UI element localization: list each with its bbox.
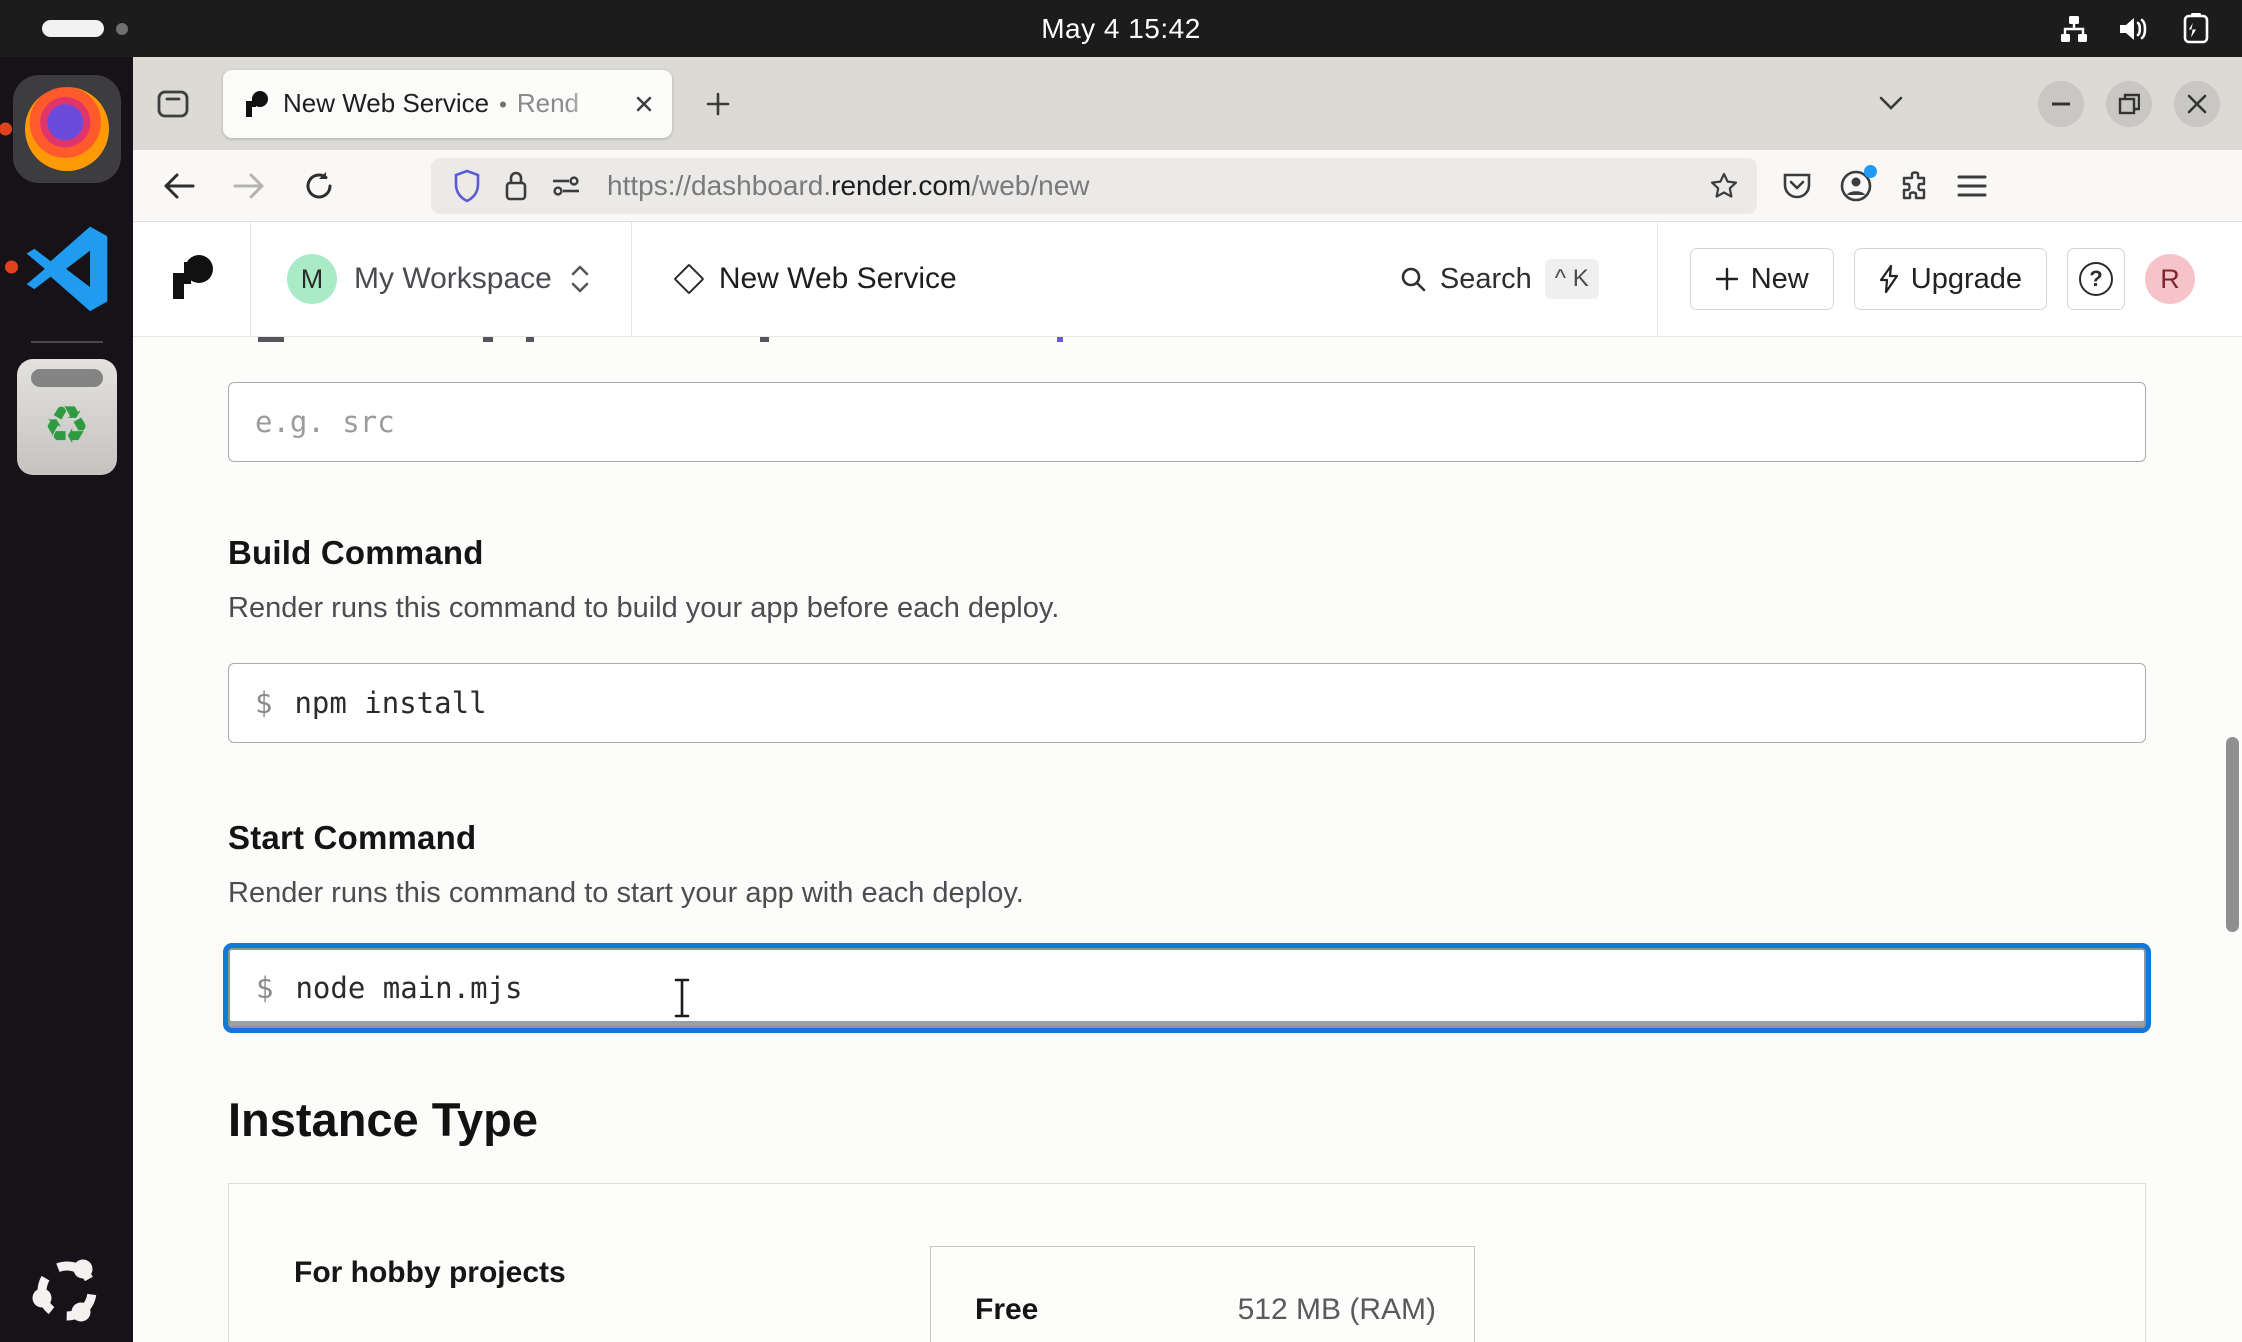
network-icon	[2058, 13, 2090, 45]
desktop: May 4 15:42	[0, 0, 2242, 1342]
vscode-icon	[19, 219, 115, 315]
clipped-text-remnant	[258, 337, 284, 342]
workspace-avatar: M	[287, 254, 337, 304]
ubuntu-logo-icon	[26, 1250, 108, 1332]
question-mark-icon: ?	[2079, 262, 2113, 296]
build-command-text-field[interactable]	[294, 686, 2119, 720]
page-scrollbar[interactable]	[2226, 737, 2239, 932]
dock-item-firefox[interactable]	[13, 75, 121, 183]
tab-close-icon[interactable]	[632, 92, 656, 116]
search-shortcut-badge: ^ K	[1545, 259, 1599, 299]
start-command-description: Render runs this command to start your a…	[228, 877, 2146, 910]
menu-hamburger-icon[interactable]	[1957, 174, 1987, 198]
forward-button[interactable]	[225, 162, 273, 210]
render-app-header: M My Workspace New Web Service Search ^ …	[133, 222, 2242, 337]
unfold-chevrons-icon	[569, 262, 591, 296]
hobby-projects-label: For hobby projects	[294, 1256, 566, 1290]
start-command-heading: Start Command	[228, 819, 2146, 857]
show-apps-button[interactable]	[0, 1250, 133, 1332]
dock: ♻	[0, 57, 133, 1342]
firefox-running-indicator	[0, 123, 12, 136]
extensions-puzzle-icon[interactable]	[1899, 170, 1931, 202]
start-command-text-field[interactable]	[295, 971, 2118, 1005]
build-command-description: Render runs this command to build your a…	[228, 592, 2146, 625]
plan-name: Free	[975, 1293, 1038, 1327]
shell-prompt: $	[255, 686, 272, 720]
new-web-service-form: Build Command Render runs this command t…	[133, 337, 2242, 1342]
clipped-text-remnant	[760, 337, 769, 342]
dock-item-trash[interactable]: ♻	[17, 359, 117, 475]
upgrade-button[interactable]: Upgrade	[1854, 248, 2047, 310]
shell-prompt: $	[256, 971, 273, 1005]
free-plan-option[interactable]: Free 512 MB (RAM)	[930, 1246, 1475, 1342]
permissions-icon[interactable]	[551, 173, 581, 199]
firefox-view-button[interactable]	[149, 80, 197, 128]
build-command-heading: Build Command	[228, 534, 2146, 572]
reload-button[interactable]	[295, 162, 343, 210]
dock-divider	[31, 341, 103, 343]
search-icon	[1399, 265, 1427, 293]
clipped-text-remnant	[526, 337, 534, 342]
account-icon[interactable]	[1839, 169, 1873, 203]
new-button[interactable]: New	[1690, 248, 1834, 310]
root-directory-text-field[interactable]	[255, 405, 2119, 439]
browser-window: New Web Service•Rend	[133, 57, 2242, 1342]
breadcrumb: New Web Service	[632, 222, 957, 336]
lock-icon[interactable]	[503, 169, 529, 203]
tab-strip: New Web Service•Rend	[133, 57, 2242, 150]
page-title: New Web Service	[719, 262, 957, 296]
start-command-input[interactable]: $	[228, 948, 2146, 1028]
clipped-text-remnant	[483, 337, 493, 342]
active-tab[interactable]: New Web Service•Rend	[223, 70, 672, 138]
list-all-tabs-chevron-icon[interactable]	[1876, 94, 1906, 114]
url-text[interactable]: https://dashboard.render.com/web/new	[607, 170, 1709, 202]
plus-icon	[1715, 267, 1739, 291]
text-cursor	[669, 975, 695, 1021]
clock[interactable]: May 4 15:42	[0, 13, 2242, 45]
workspace-selector[interactable]: M My Workspace	[251, 222, 632, 336]
build-command-input[interactable]: $	[228, 663, 2146, 743]
user-avatar[interactable]: R	[2145, 254, 2195, 304]
new-tab-button[interactable]	[694, 80, 742, 128]
instance-type-card: For hobby projects Free 512 MB (RAM)	[228, 1183, 2146, 1342]
firefox-icon	[25, 87, 109, 171]
render-logo[interactable]	[133, 222, 251, 336]
workspace-name: My Workspace	[354, 262, 552, 296]
url-bar[interactable]: https://dashboard.render.com/web/new	[431, 158, 1757, 214]
vscode-running-indicator	[5, 261, 18, 274]
account-notification-dot	[1864, 165, 1877, 178]
root-directory-input[interactable]	[228, 382, 2146, 462]
plan-ram: 512 MB (RAM)	[1238, 1293, 1436, 1327]
search-button[interactable]: Search ^ K	[1399, 259, 1657, 299]
service-diamond-icon	[673, 263, 704, 294]
render-favicon	[243, 91, 269, 117]
battery-icon	[2176, 12, 2214, 46]
back-button[interactable]	[155, 162, 203, 210]
close-window-button[interactable]	[2174, 81, 2220, 127]
recycle-icon: ♻	[43, 396, 90, 456]
instance-type-heading: Instance Type	[228, 1092, 2146, 1147]
system-top-bar: May 4 15:42	[0, 0, 2242, 57]
navigation-toolbar: https://dashboard.render.com/web/new	[133, 150, 2242, 222]
dock-item-vscode[interactable]	[19, 219, 115, 315]
bookmark-star-icon[interactable]	[1709, 171, 1739, 201]
system-tray[interactable]	[2058, 0, 2214, 57]
tab-title-fade	[564, 76, 628, 132]
volume-icon	[2116, 13, 2150, 45]
help-button[interactable]: ?	[2067, 248, 2125, 310]
restore-button[interactable]	[2106, 81, 2152, 127]
clipped-text-remnant	[1057, 337, 1063, 342]
lightning-icon	[1879, 265, 1899, 293]
trash-lid	[31, 369, 103, 387]
tracking-protection-shield-icon[interactable]	[453, 169, 481, 203]
pocket-icon[interactable]	[1781, 170, 1813, 202]
minimize-button[interactable]	[2038, 81, 2084, 127]
